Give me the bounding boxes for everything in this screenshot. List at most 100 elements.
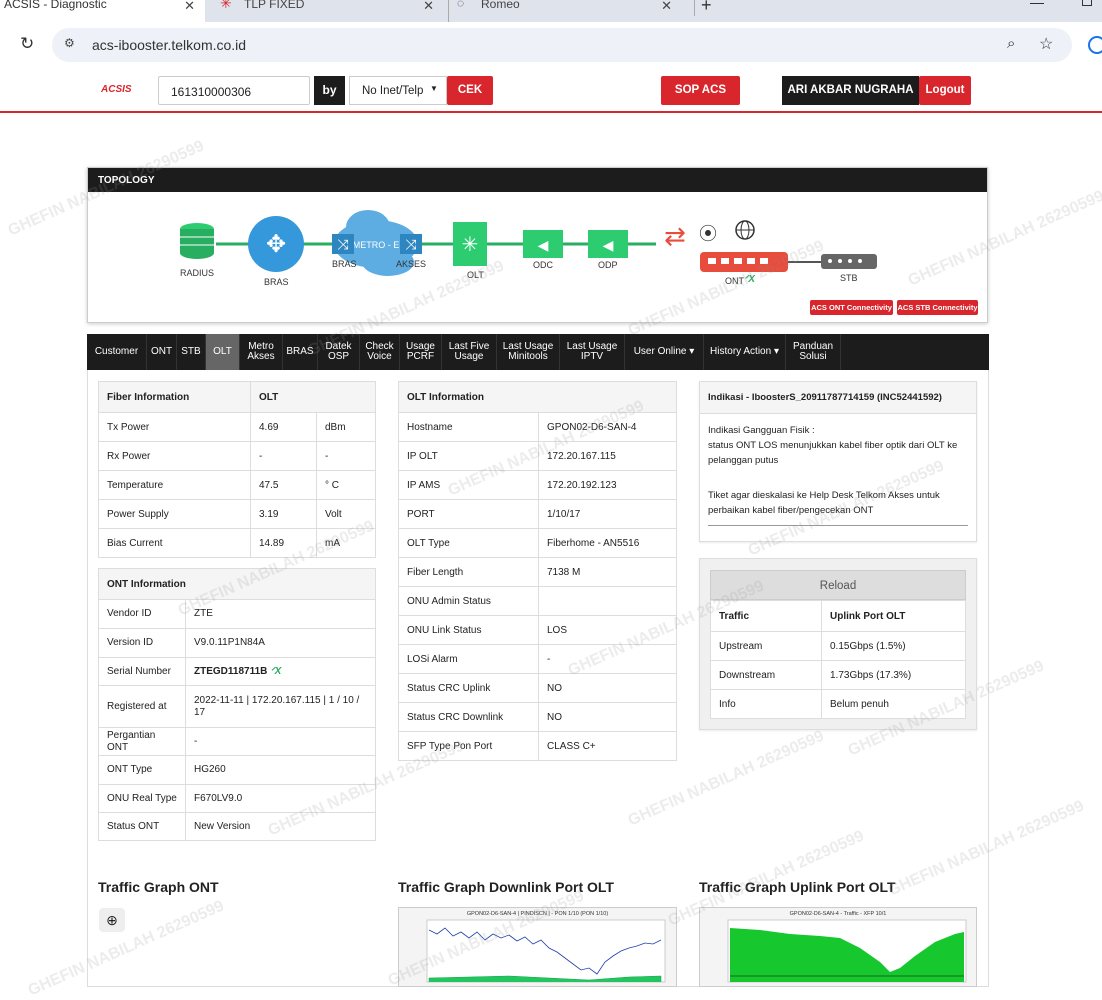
table-row: OLT Type Fiberhome - AN5516 (398, 528, 677, 558)
site-info-icon[interactable]: ⚙ (64, 36, 75, 50)
table-cell: 14.89 (250, 528, 317, 558)
table-cell: ONT Type (98, 755, 186, 785)
main-tab-bar: Customer ONT STB OLT Metro Akses BRAS Datek OS… (87, 334, 989, 370)
tab-user-online[interactable]: User Online ▾ (625, 334, 704, 370)
chevron-down-icon: ▼ (430, 84, 438, 93)
star-icon[interactable]: ☆ (1039, 34, 1053, 54)
search-input-value: 161310000306 (171, 85, 252, 99)
acs-stb-connectivity-button[interactable]: ACS STB Connectivity (897, 300, 978, 315)
table-row: Downstream 1.73Gbps (17.3%) (710, 660, 966, 690)
svg-text:◀: ◀ (603, 238, 614, 254)
table-cell: PORT (398, 499, 539, 529)
table-row: Upstream 0.15Gbps (1.5%) (710, 631, 966, 661)
maximize-icon[interactable] (1082, 0, 1092, 6)
app-header: ACSIS 161310000306 by No Inet/Telp ▼ CEK… (0, 69, 1102, 113)
cek-button[interactable]: CEK (447, 76, 493, 105)
table-cell: OLT Type (398, 528, 539, 558)
browser-tab[interactable]: ◌ Romeo ✕ (448, 0, 682, 22)
profile-icon[interactable] (1088, 36, 1102, 54)
tab-last-usage-iptv[interactable]: Last Usage IPTV (560, 334, 625, 370)
new-tab-button[interactable]: + (694, 0, 712, 16)
table-row: Rx Power - - (98, 441, 376, 471)
tab-history-action[interactable]: History Action ▾ (704, 334, 786, 370)
table-cell: Registered at (98, 685, 186, 728)
close-icon[interactable]: ✕ (661, 0, 672, 12)
browser-tab[interactable]: ✳ TLP FIXED ✕ (212, 0, 444, 22)
url-text[interactable]: acs-ibooster.telkom.co.id (92, 37, 246, 53)
traffic-header: Traffic (710, 600, 822, 632)
table-cell: Version ID (98, 628, 186, 658)
sop-acs-button[interactable]: SOP ACS (661, 76, 740, 105)
svg-text:⤨: ⤨ (337, 237, 349, 253)
splitter-icon: ◀ (523, 230, 563, 258)
by-label: by (314, 76, 345, 105)
stb-device-icon (821, 254, 877, 269)
table-cell: IP OLT (398, 441, 539, 471)
favicon-icon: ✳ (220, 0, 232, 11)
table-row: Power Supply 3.19 Volt (98, 499, 376, 529)
table-cell: - (538, 644, 677, 674)
table-cell: ZTE (185, 599, 376, 629)
table-cell: New Version (185, 812, 376, 841)
tab-title: ACSIS - Diagnostic (4, 0, 107, 11)
close-icon[interactable]: ✕ (423, 0, 434, 12)
table-cell: - (316, 441, 376, 471)
ont-info-header: ONT Information (98, 568, 376, 600)
divider (708, 525, 968, 526)
downlink-graph: GPON02-D6-SAN-4 | PINDISCN | - PON 1/10 … (398, 907, 677, 987)
table-row: Status CRC Uplink NO (398, 673, 677, 703)
table-cell: Vendor ID (98, 599, 186, 629)
table-cell: 172.20.167.115 (538, 441, 677, 471)
reload-icon[interactable]: ↻ (20, 34, 34, 54)
node-label-bras: BRAS (264, 277, 289, 287)
downlink-graph-plot (426, 919, 666, 983)
tab-olt[interactable]: OLT (206, 334, 240, 370)
tab-stb[interactable]: STB (177, 334, 206, 370)
tab-last-five-usage[interactable]: Last Five Usage (442, 334, 497, 370)
omnibox[interactable]: ⚙ acs-ibooster.telkom.co.id ⌕ ☆ (52, 28, 1072, 62)
type-select[interactable]: No Inet/Telp ▼ (349, 76, 447, 105)
tab-datek-osp[interactable]: Datek OSP (318, 334, 360, 370)
logout-button[interactable]: Logout (919, 76, 971, 105)
tab-ont[interactable]: ONT (147, 334, 177, 370)
olt-icon: ✳ (453, 222, 487, 266)
logo: ACSIS (101, 84, 132, 95)
table-row: ONU Link Status LOS (398, 615, 677, 645)
tab-metro-akses[interactable]: Metro Akses (240, 334, 283, 370)
table-cell: CLASS C+ (538, 731, 677, 761)
search-input[interactable]: 161310000306 (158, 76, 310, 105)
acs-ont-connectivity-button[interactable]: ACS ONT Connectivity (810, 300, 893, 315)
table-cell: V9.0.11P1N84A (185, 628, 376, 658)
table-row: Pergantian ONT - (98, 727, 376, 756)
zoom-icon[interactable]: ⌕ (1007, 35, 1015, 52)
node-label-ont: ONT (725, 276, 744, 286)
close-icon[interactable]: ✕ (184, 0, 195, 12)
table-cell: Upstream (710, 631, 822, 661)
tab-customer[interactable]: Customer (87, 334, 147, 370)
table-cell: GPON02-D6-SAN-4 (538, 412, 677, 442)
tab-bras[interactable]: BRAS (283, 334, 318, 370)
table-row: Info Belum penuh (710, 689, 966, 719)
wifi-icon: ⦿ (699, 224, 717, 245)
minimize-icon[interactable]: — (1030, 0, 1044, 10)
svg-text:⦿: ⦿ (699, 224, 717, 245)
traffic-graph-uplink-title: Traffic Graph Uplink Port OLT (699, 879, 896, 895)
tab-usage-pcrf[interactable]: Usage PCRF (400, 334, 442, 370)
bidirectional-arrow-icon: ⇄ (664, 222, 686, 252)
reload-button[interactable]: Reload (710, 570, 966, 600)
table-row: ONU Admin Status (398, 586, 677, 616)
browser-tab-active[interactable]: ACSIS - Diagnostic ✕ (0, 0, 205, 22)
tab-check-voice[interactable]: Check Voice (360, 334, 400, 370)
node-label-stb: STB (840, 273, 858, 283)
table-cell: Belum penuh (821, 689, 966, 719)
tab-last-usage-minitools[interactable]: Last Usage Minitools (497, 334, 560, 370)
add-graph-icon[interactable]: ⊕ (99, 908, 125, 932)
olt-info-header: OLT Information (398, 381, 677, 413)
ont-device-icon (700, 252, 788, 272)
tab-panduan-solusi[interactable]: Panduan Solusi (786, 334, 841, 370)
table-row: IP AMS 172.20.192.123 (398, 470, 677, 500)
table-row: Bias Current 14.89 mA (98, 528, 376, 558)
fiber-header: Fiber Information (98, 381, 251, 413)
table-row: Status ONT New Version (98, 812, 376, 841)
table-row: Temperature 47.5 ° C (98, 470, 376, 500)
